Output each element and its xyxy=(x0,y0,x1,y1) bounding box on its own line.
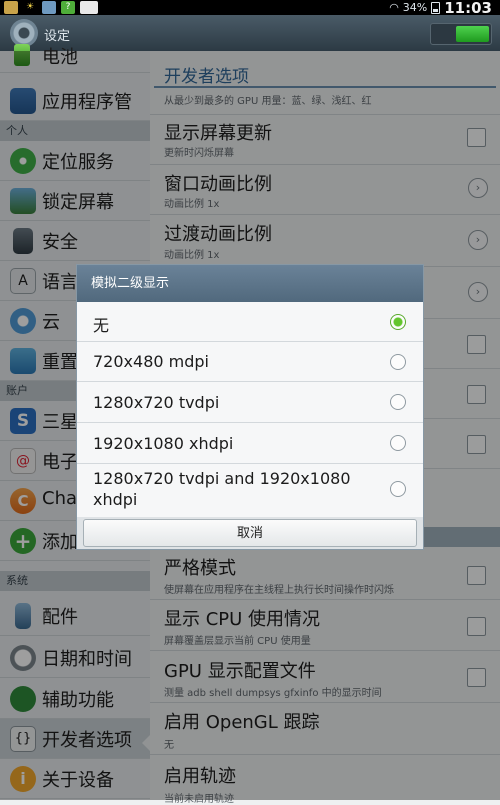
wifi-icon: ◠ xyxy=(389,1,399,14)
option-1280x720[interactable]: 1280x720 tvdpi xyxy=(77,382,423,423)
help-icon: ? xyxy=(61,1,75,14)
status-bar: ☀ ? ◠ 34% 11:03 xyxy=(0,0,500,17)
dialog-title: 模拟二级显示 xyxy=(77,265,423,302)
dialog-footer: 取消 xyxy=(77,517,423,549)
option-label: 720x480 mdpi xyxy=(93,352,209,371)
notification-icon xyxy=(4,1,18,14)
battery-percent: 34% xyxy=(402,1,428,14)
radio-button[interactable] xyxy=(390,481,406,497)
option-1920x1080[interactable]: 1920x1080 xhdpi xyxy=(77,423,423,464)
option-label: 1280x720 tvdpi and 1920x1080 xhdpi xyxy=(93,469,351,509)
developer-options-switch[interactable] xyxy=(430,23,492,45)
app-icon xyxy=(80,1,98,14)
option-720x480[interactable]: 720x480 mdpi xyxy=(77,342,423,382)
radio-button[interactable] xyxy=(390,354,406,370)
switch-thumb xyxy=(456,26,489,42)
option-dual[interactable]: 1280x720 tvdpi and 1920x1080 xhdpi xyxy=(77,464,423,517)
option-label: 无 xyxy=(93,316,110,335)
cancel-button[interactable]: 取消 xyxy=(83,519,417,547)
image-icon xyxy=(42,1,56,14)
simulate-secondary-display-dialog: 模拟二级显示 无 720x480 mdpi 1280x720 tvdpi 192… xyxy=(76,264,424,550)
option-label: 1920x1080 xhdpi xyxy=(93,434,234,453)
option-none[interactable]: 无 xyxy=(77,302,423,342)
option-label: 1280x720 tvdpi xyxy=(93,393,220,412)
radio-button[interactable] xyxy=(390,394,406,410)
radio-button-selected[interactable] xyxy=(390,314,406,330)
radio-button[interactable] xyxy=(390,435,406,451)
weather-icon: ☀ xyxy=(25,2,35,12)
battery-icon xyxy=(431,1,441,14)
